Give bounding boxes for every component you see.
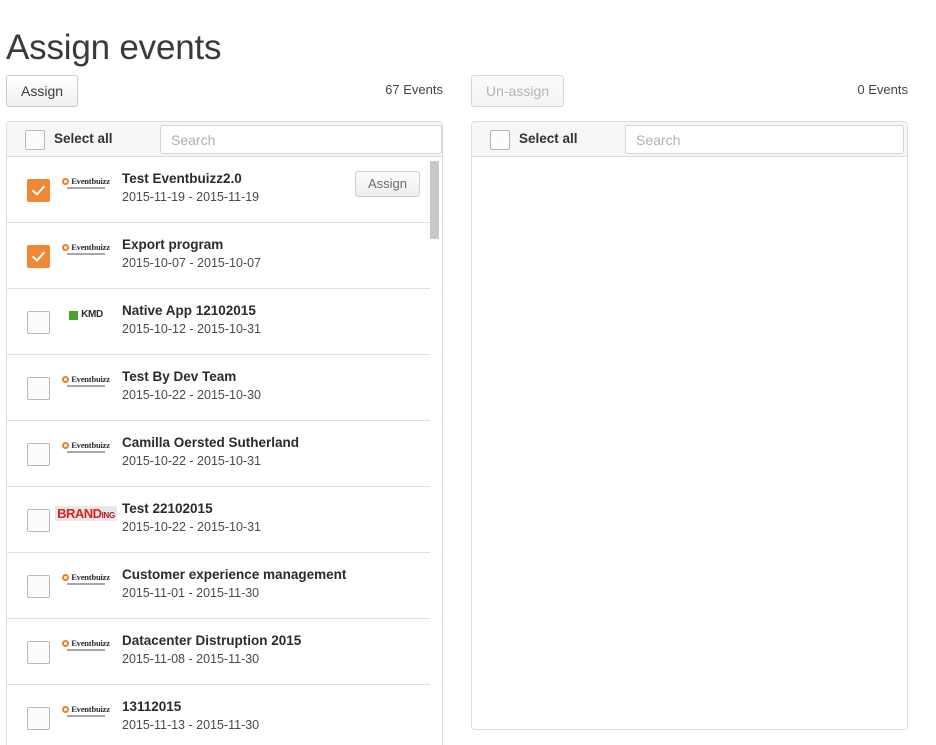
left-events-count: 67 Events [385, 82, 443, 97]
event-row-checkbox[interactable] [27, 707, 50, 730]
available-events-list: Eventbuizz Test Eventbuizz2.0 2015-11-19 -… [7, 157, 442, 745]
eventbuizz-logo: Eventbuizz [57, 239, 115, 259]
left-search-input[interactable] [160, 125, 442, 154]
assign-events-page: Assign events Assign 67 Events Un-assign… [0, 0, 936, 745]
event-row[interactable]: Eventbuizz Export program 2015-10-07 - 201… [7, 223, 442, 289]
event-row-title: Camilla Oersted Sutherland [122, 435, 300, 450]
event-row-assign-button[interactable]: Assign [354, 171, 420, 197]
event-row[interactable]: BRAND ING Test 22102015 2015-10-22 - 2015-1… [7, 487, 442, 553]
left-list-scrollbar-thumb[interactable] [430, 161, 439, 239]
right-search-input[interactable] [625, 125, 904, 154]
event-row-dates: 2015-10-22 - 2015-10-31 [122, 520, 261, 534]
assigned-events-panel: Select all [471, 121, 908, 730]
event-row-title: Test 22102015 [122, 501, 213, 516]
event-row-checkbox[interactable] [27, 443, 50, 466]
event-row-title: 13112015 [122, 699, 182, 714]
eventbuizz-logo: Eventbuizz [57, 173, 115, 193]
event-row-dates: 2015-10-22 - 2015-10-30 [122, 388, 261, 402]
eventbuizz-logo: Eventbuizz [57, 569, 115, 589]
event-row-dates: 2015-11-19 - 2015-11-19 [122, 190, 260, 204]
event-row-dates: 2015-10-22 - 2015-10-31 [122, 454, 261, 468]
left-list-scrollbar-track[interactable] [430, 157, 441, 745]
event-row[interactable]: Eventbuizz Datacenter Distruption 2015 201… [7, 619, 442, 685]
event-row[interactable]: Eventbuizz Camilla Oersted Sutherland 2015… [7, 421, 442, 487]
event-row[interactable]: Eventbuizz 13112015 2015-11-13 - 2015-11-3… [7, 685, 442, 745]
right-toolbar: Un-assign 0 Events [471, 75, 908, 107]
branding-logo: BRAND ING [55, 505, 117, 521]
event-row-checkbox[interactable] [27, 179, 50, 202]
event-row-dates: 2015-11-01 - 2015-11-30 [122, 586, 260, 600]
event-row-title: Datacenter Distruption 2015 [122, 633, 302, 648]
event-row-dates: 2015-10-07 - 2015-10-07 [122, 256, 261, 270]
event-row-title: Customer experience management [122, 567, 347, 582]
event-row-checkbox[interactable] [27, 245, 50, 268]
event-row-checkbox[interactable] [27, 641, 50, 664]
right-events-count: 0 Events [857, 82, 908, 97]
event-row-title: Test Eventbuizz2.0 [122, 171, 242, 186]
assign-button[interactable]: Assign [6, 75, 79, 107]
event-row[interactable]: Eventbuizz Test Eventbuizz2.0 2015-11-19 -… [7, 157, 442, 223]
event-row-dates: 2015-11-08 - 2015-11-30 [122, 652, 260, 666]
event-row-title: Test By Dev Team [122, 369, 237, 384]
eventbuizz-logo: Eventbuizz [57, 371, 115, 391]
event-row-title: Export program [122, 237, 224, 252]
event-row[interactable]: KMD Native App 12102015 2015-10-12 - 2015-… [7, 289, 442, 355]
kmd-logo: KMD [57, 305, 115, 325]
page-title: Assign events [6, 28, 222, 68]
eventbuizz-logo: Eventbuizz [57, 437, 115, 457]
right-panel-header: Select all [472, 122, 907, 157]
event-row-title: Native App 12102015 [122, 303, 256, 318]
available-events-panel: Select all Eventbuizz Test Eventbuizz2.0 2… [6, 121, 443, 745]
unassign-button[interactable]: Un-assign [471, 75, 565, 107]
event-row-checkbox[interactable] [27, 377, 50, 400]
eventbuizz-logo: Eventbuizz [57, 635, 115, 655]
eventbuizz-logo: Eventbuizz [57, 701, 115, 721]
left-panel-header: Select all [7, 122, 442, 157]
event-row-dates: 2015-11-13 - 2015-11-30 [122, 718, 260, 732]
left-select-all-checkbox[interactable] [25, 130, 45, 150]
left-toolbar: Assign 67 Events [6, 75, 443, 107]
left-select-all-label: Select all [54, 131, 113, 146]
event-row-checkbox[interactable] [27, 509, 50, 532]
event-row[interactable]: Eventbuizz Customer experience management… [7, 553, 442, 619]
event-row[interactable]: Eventbuizz Test By Dev Team 2015-10-22 - 2… [7, 355, 442, 421]
assigned-events-list [472, 157, 907, 729]
event-row-checkbox[interactable] [27, 575, 50, 598]
event-row-dates: 2015-10-12 - 2015-10-31 [122, 322, 261, 336]
right-select-all-checkbox[interactable] [490, 130, 510, 150]
event-row-checkbox[interactable] [27, 311, 50, 334]
right-select-all-label: Select all [519, 131, 578, 146]
